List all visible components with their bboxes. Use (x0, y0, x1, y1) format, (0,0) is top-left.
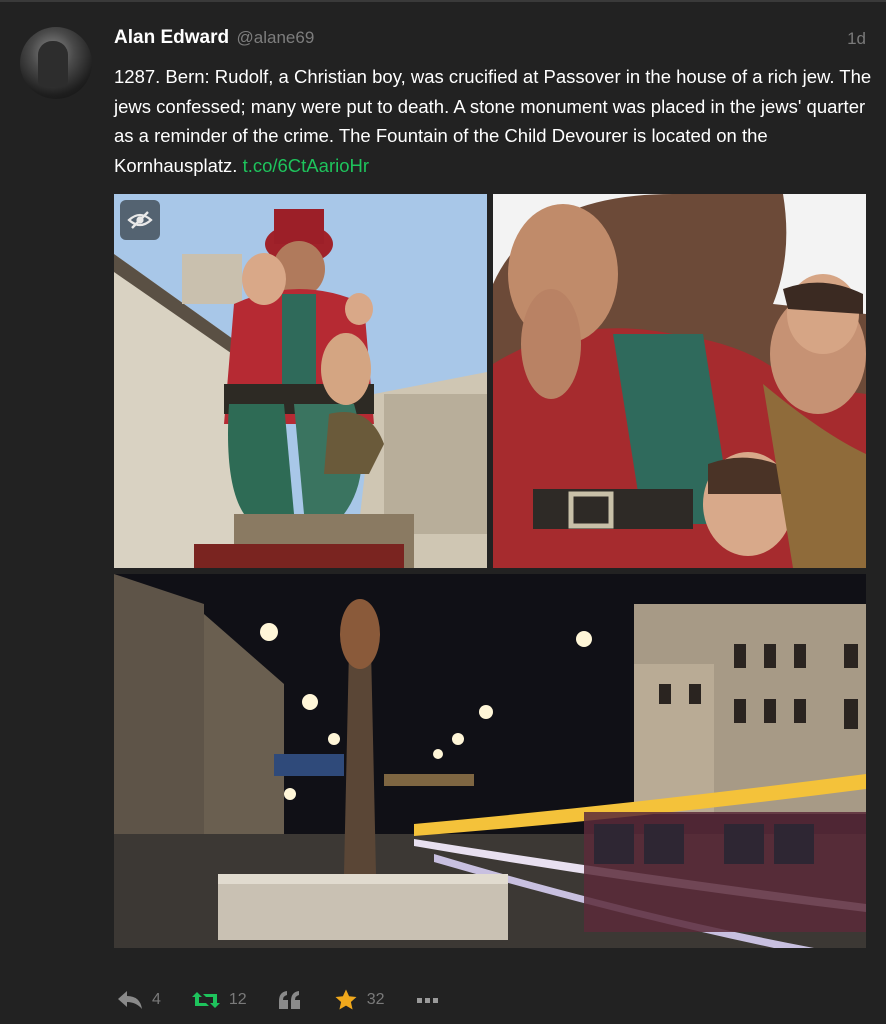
post-actions: 4 12 32 (116, 985, 469, 1015)
boost-count: 12 (228, 991, 247, 1008)
author-name[interactable]: Alan Edward (114, 27, 229, 48)
post-body: 1287. Bern: Rudolf, a Christian boy, was… (114, 66, 872, 176)
avatar-figure (38, 41, 68, 87)
reply-count: 4 (152, 991, 161, 1008)
post-text: 1287. Bern: Rudolf, a Christian boy, was… (114, 62, 874, 180)
reply-icon (118, 991, 142, 1009)
quote-icon (278, 991, 300, 1009)
boost-button[interactable]: 12 (191, 989, 247, 1011)
hide-media-button[interactable] (120, 200, 160, 240)
media-image-closeup[interactable] (493, 194, 866, 568)
media-image-statue[interactable] (114, 194, 487, 568)
quote-button[interactable] (277, 989, 303, 1011)
post-time[interactable]: 1d (847, 29, 866, 49)
top-divider (0, 0, 886, 2)
reply-button[interactable]: 4 (116, 989, 161, 1011)
media-gallery (114, 194, 866, 948)
favourite-button[interactable]: 32 (333, 988, 385, 1012)
boost-icon (191, 992, 220, 1008)
closeup-image-art (493, 194, 866, 568)
statue-image-art (114, 194, 487, 568)
more-icon (416, 998, 438, 1003)
media-image-street[interactable] (114, 574, 866, 948)
street-image-art (114, 574, 866, 948)
post-header: Alan Edward @alane69 1d (114, 27, 866, 53)
favourite-count: 32 (366, 991, 385, 1008)
eye-slash-icon (127, 211, 153, 229)
post-link[interactable]: t.co/6CtAarioHr (243, 155, 369, 176)
star-icon (335, 989, 357, 1010)
author-handle[interactable]: @alane69 (237, 28, 315, 47)
avatar[interactable] (20, 27, 92, 99)
more-button[interactable] (415, 995, 439, 1005)
